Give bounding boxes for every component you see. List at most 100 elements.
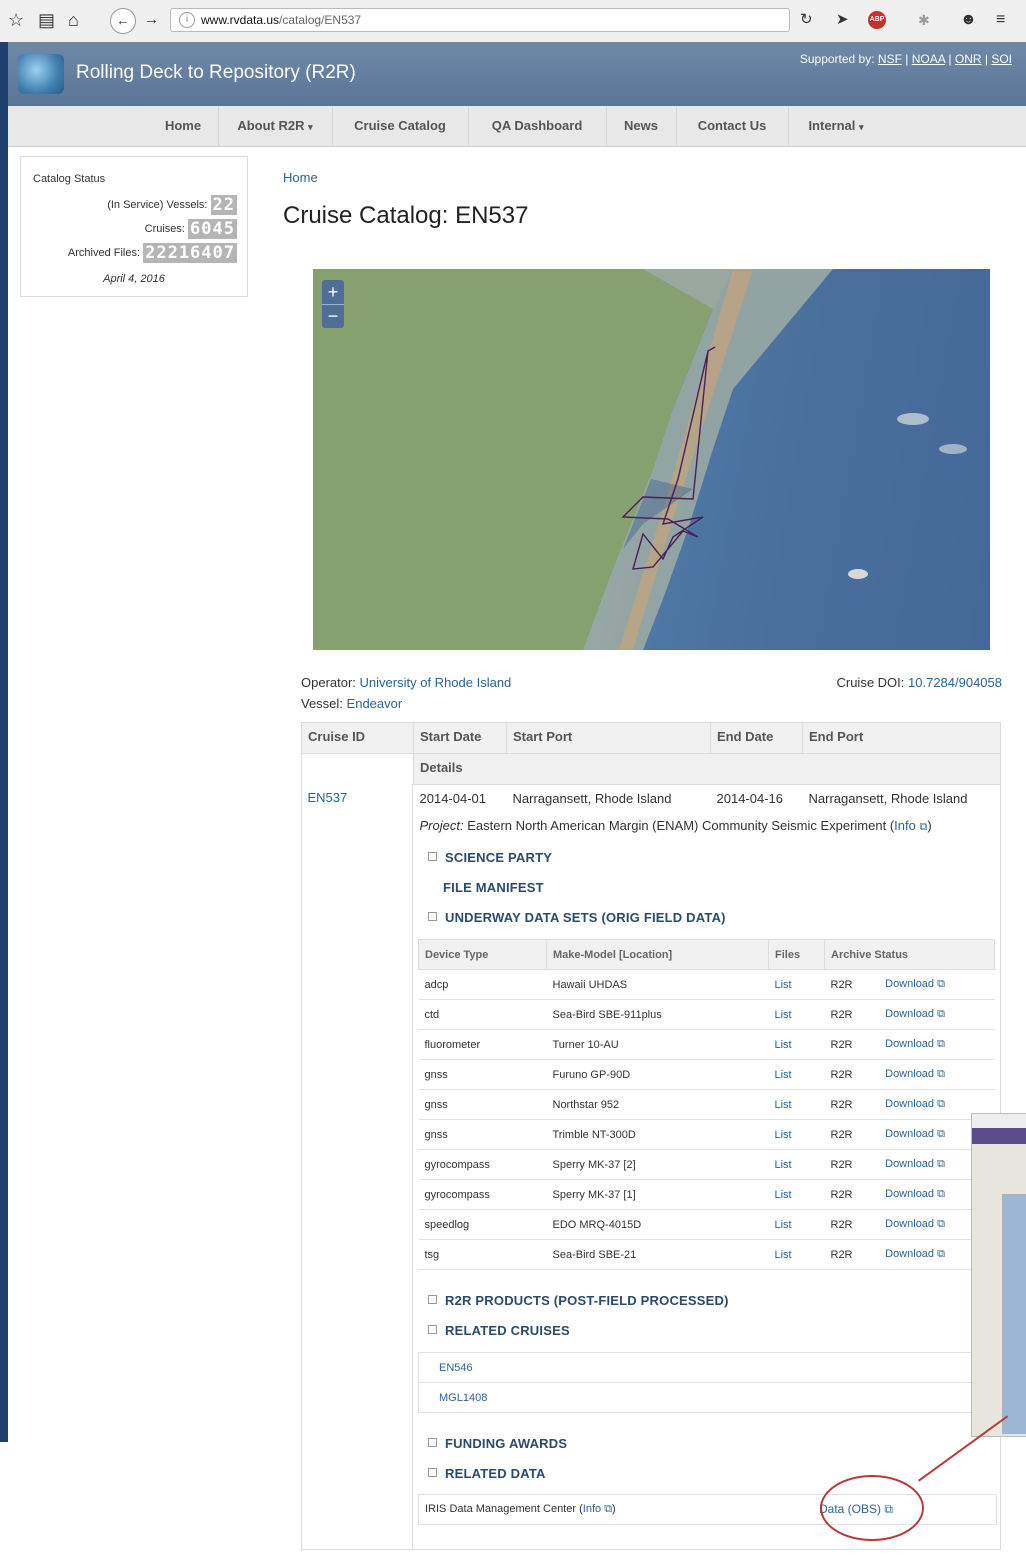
external-link-icon: ⧉: [604, 1503, 613, 1515]
info-icon[interactable]: i: [179, 12, 195, 28]
vessel-label: Vessel:: [301, 696, 343, 711]
device-archive: R2R: [830, 1008, 853, 1021]
linked-map-popup-thumbnail[interactable]: [971, 1113, 1026, 1437]
section-underway[interactable]: UNDERWAY DATA SETS (ORIG FIELD DATA): [428, 910, 726, 925]
operator-line: Operator: University of Rhode Island: [301, 675, 511, 690]
device-download-link[interactable]: Download: [885, 1128, 934, 1140]
device-archive: R2R: [830, 1158, 853, 1171]
related-cruise-link[interactable]: MGL1408: [439, 1392, 487, 1404]
device-archive: R2R: [830, 1188, 853, 1201]
details-header-row: Details: [301, 753, 1001, 785]
device-table-body: adcp Hawaii UHDAS List R2R Download ⧉ ctd Sea-…: [418, 969, 995, 1270]
back-icon[interactable]: ←: [110, 8, 136, 34]
chat-icon[interactable]: ☻: [960, 8, 977, 32]
expand-icon: [428, 1295, 437, 1305]
device-type: gyrocompass: [424, 1158, 490, 1171]
device-download-link[interactable]: Download: [885, 1218, 934, 1230]
sponsor-onr[interactable]: ONR: [955, 52, 982, 66]
section-related-cruises[interactable]: RELATED CRUISES: [428, 1323, 570, 1338]
project-info-link[interactable]: Info: [894, 818, 916, 833]
device-download-link[interactable]: Download: [885, 978, 934, 990]
device-files-link[interactable]: List: [775, 1129, 792, 1141]
device-type: gyrocompass: [424, 1188, 490, 1201]
forward-icon[interactable]: →: [144, 8, 159, 32]
url-bar[interactable]: i www.rvdata.us/catalog/EN537: [170, 8, 790, 32]
sponsor-soi[interactable]: SOI: [991, 52, 1012, 66]
site-title[interactable]: Rolling Deck to Repository (R2R): [76, 62, 356, 84]
nav-internal[interactable]: Internal ▾: [788, 106, 884, 146]
section-science-party[interactable]: SCIENCE PARTY: [428, 850, 552, 865]
device-files-link[interactable]: List: [775, 1159, 792, 1171]
device-archive: R2R: [830, 1128, 853, 1141]
send-icon[interactable]: ➤: [836, 8, 849, 32]
nav-contact[interactable]: Contact Us: [676, 106, 789, 146]
col-files: Files: [768, 939, 825, 970]
device-files-link[interactable]: List: [775, 1039, 792, 1051]
sponsor-nsf[interactable]: NSF: [878, 52, 902, 66]
url-path: /catalog/EN537: [279, 13, 362, 27]
operator-link[interactable]: University of Rhode Island: [360, 675, 512, 690]
status-title: Catalog Status: [33, 173, 106, 185]
device-download-link[interactable]: Download: [885, 1008, 934, 1020]
vessel-line: Vessel: Endeavor: [301, 696, 402, 711]
nav-cruise-catalog[interactable]: Cruise Catalog: [332, 106, 469, 146]
device-download-link[interactable]: Download: [885, 1098, 934, 1110]
expand-icon: [428, 1325, 437, 1335]
project-name: Eastern North American Margin (ENAM) Com…: [467, 817, 887, 833]
device-files-link[interactable]: List: [775, 1249, 792, 1261]
cruise-id-link[interactable]: EN537: [308, 790, 348, 805]
device-table: Device Type Make-Model [Location] Files …: [418, 939, 995, 1270]
r2r-logo-icon[interactable]: [18, 54, 64, 94]
section-funding-awards[interactable]: FUNDING AWARDS: [428, 1436, 567, 1451]
external-link-icon: ⧉: [934, 1038, 945, 1050]
home-icon[interactable]: ⌂: [68, 8, 79, 32]
nav-home[interactable]: Home: [148, 106, 219, 146]
section-related-data[interactable]: RELATED DATA: [428, 1466, 546, 1481]
doi-line: Cruise DOI: 10.7284/904058: [836, 675, 1002, 690]
section-funding-label: FUNDING AWARDS: [445, 1436, 568, 1451]
section-r2r-products[interactable]: R2R PRODUCTS (POST-FIELD PROCESSED): [428, 1293, 729, 1308]
device-files-link[interactable]: List: [775, 1009, 792, 1021]
doi-link[interactable]: 10.7284/904058: [908, 675, 1002, 690]
end-port: Narragansett, Rhode Island: [808, 790, 968, 806]
section-related-data-label: RELATED DATA: [445, 1466, 546, 1481]
nav-news[interactable]: News: [606, 106, 677, 146]
device-download-link[interactable]: Download: [885, 1038, 934, 1050]
nav-qa-dashboard[interactable]: QA Dashboard: [468, 106, 607, 146]
breadcrumb-home[interactable]: Home: [283, 170, 318, 185]
zoom-out-button[interactable]: −: [322, 304, 344, 327]
device-model: Sea-Bird SBE-21: [552, 1248, 637, 1261]
related-cruise-link[interactable]: EN546: [439, 1362, 473, 1374]
menu-icon[interactable]: ≡: [996, 8, 1005, 32]
adblock-icon[interactable]: ABP: [868, 11, 886, 29]
table-row: MGL1408: [418, 1382, 995, 1413]
device-download-link[interactable]: Download: [885, 1248, 934, 1260]
device-download-link[interactable]: Download: [885, 1158, 934, 1170]
section-file-manifest[interactable]: FILE MANIFEST: [443, 880, 544, 895]
device-archive: R2R: [830, 1218, 853, 1231]
device-files-link[interactable]: List: [775, 1219, 792, 1231]
device-files-link[interactable]: List: [775, 1069, 792, 1081]
reload-icon[interactable]: ↻: [800, 8, 813, 32]
related-data-info-link[interactable]: Info: [583, 1503, 601, 1515]
device-files-link[interactable]: List: [775, 1099, 792, 1111]
table-row: EN546: [418, 1352, 995, 1383]
zoom-in-button[interactable]: +: [322, 281, 344, 303]
device-download-link[interactable]: Download: [885, 1068, 934, 1080]
bookmarks-list-icon[interactable]: ▤: [38, 8, 55, 32]
bookmark-star-icon[interactable]: ☆: [8, 8, 24, 32]
col-end-date: End Date: [710, 722, 803, 754]
device-files-link[interactable]: List: [775, 1189, 792, 1201]
vessel-link[interactable]: Endeavor: [347, 696, 403, 711]
device-archive: R2R: [830, 1098, 853, 1111]
col-start-port: Start Port: [506, 722, 711, 754]
nav-about[interactable]: About R2R ▾: [218, 106, 333, 146]
expand-icon: [428, 1438, 437, 1448]
device-download-link[interactable]: Download: [885, 1188, 934, 1200]
extension-icon[interactable]: ✱: [918, 8, 930, 32]
device-files-link[interactable]: List: [775, 979, 792, 991]
device-model: Sea-Bird SBE-911plus: [552, 1008, 662, 1021]
url-host: www.rvdata.us: [201, 13, 280, 27]
cruise-track-map[interactable]: + −: [313, 269, 990, 650]
sponsor-noaa[interactable]: NOAA: [912, 52, 945, 66]
